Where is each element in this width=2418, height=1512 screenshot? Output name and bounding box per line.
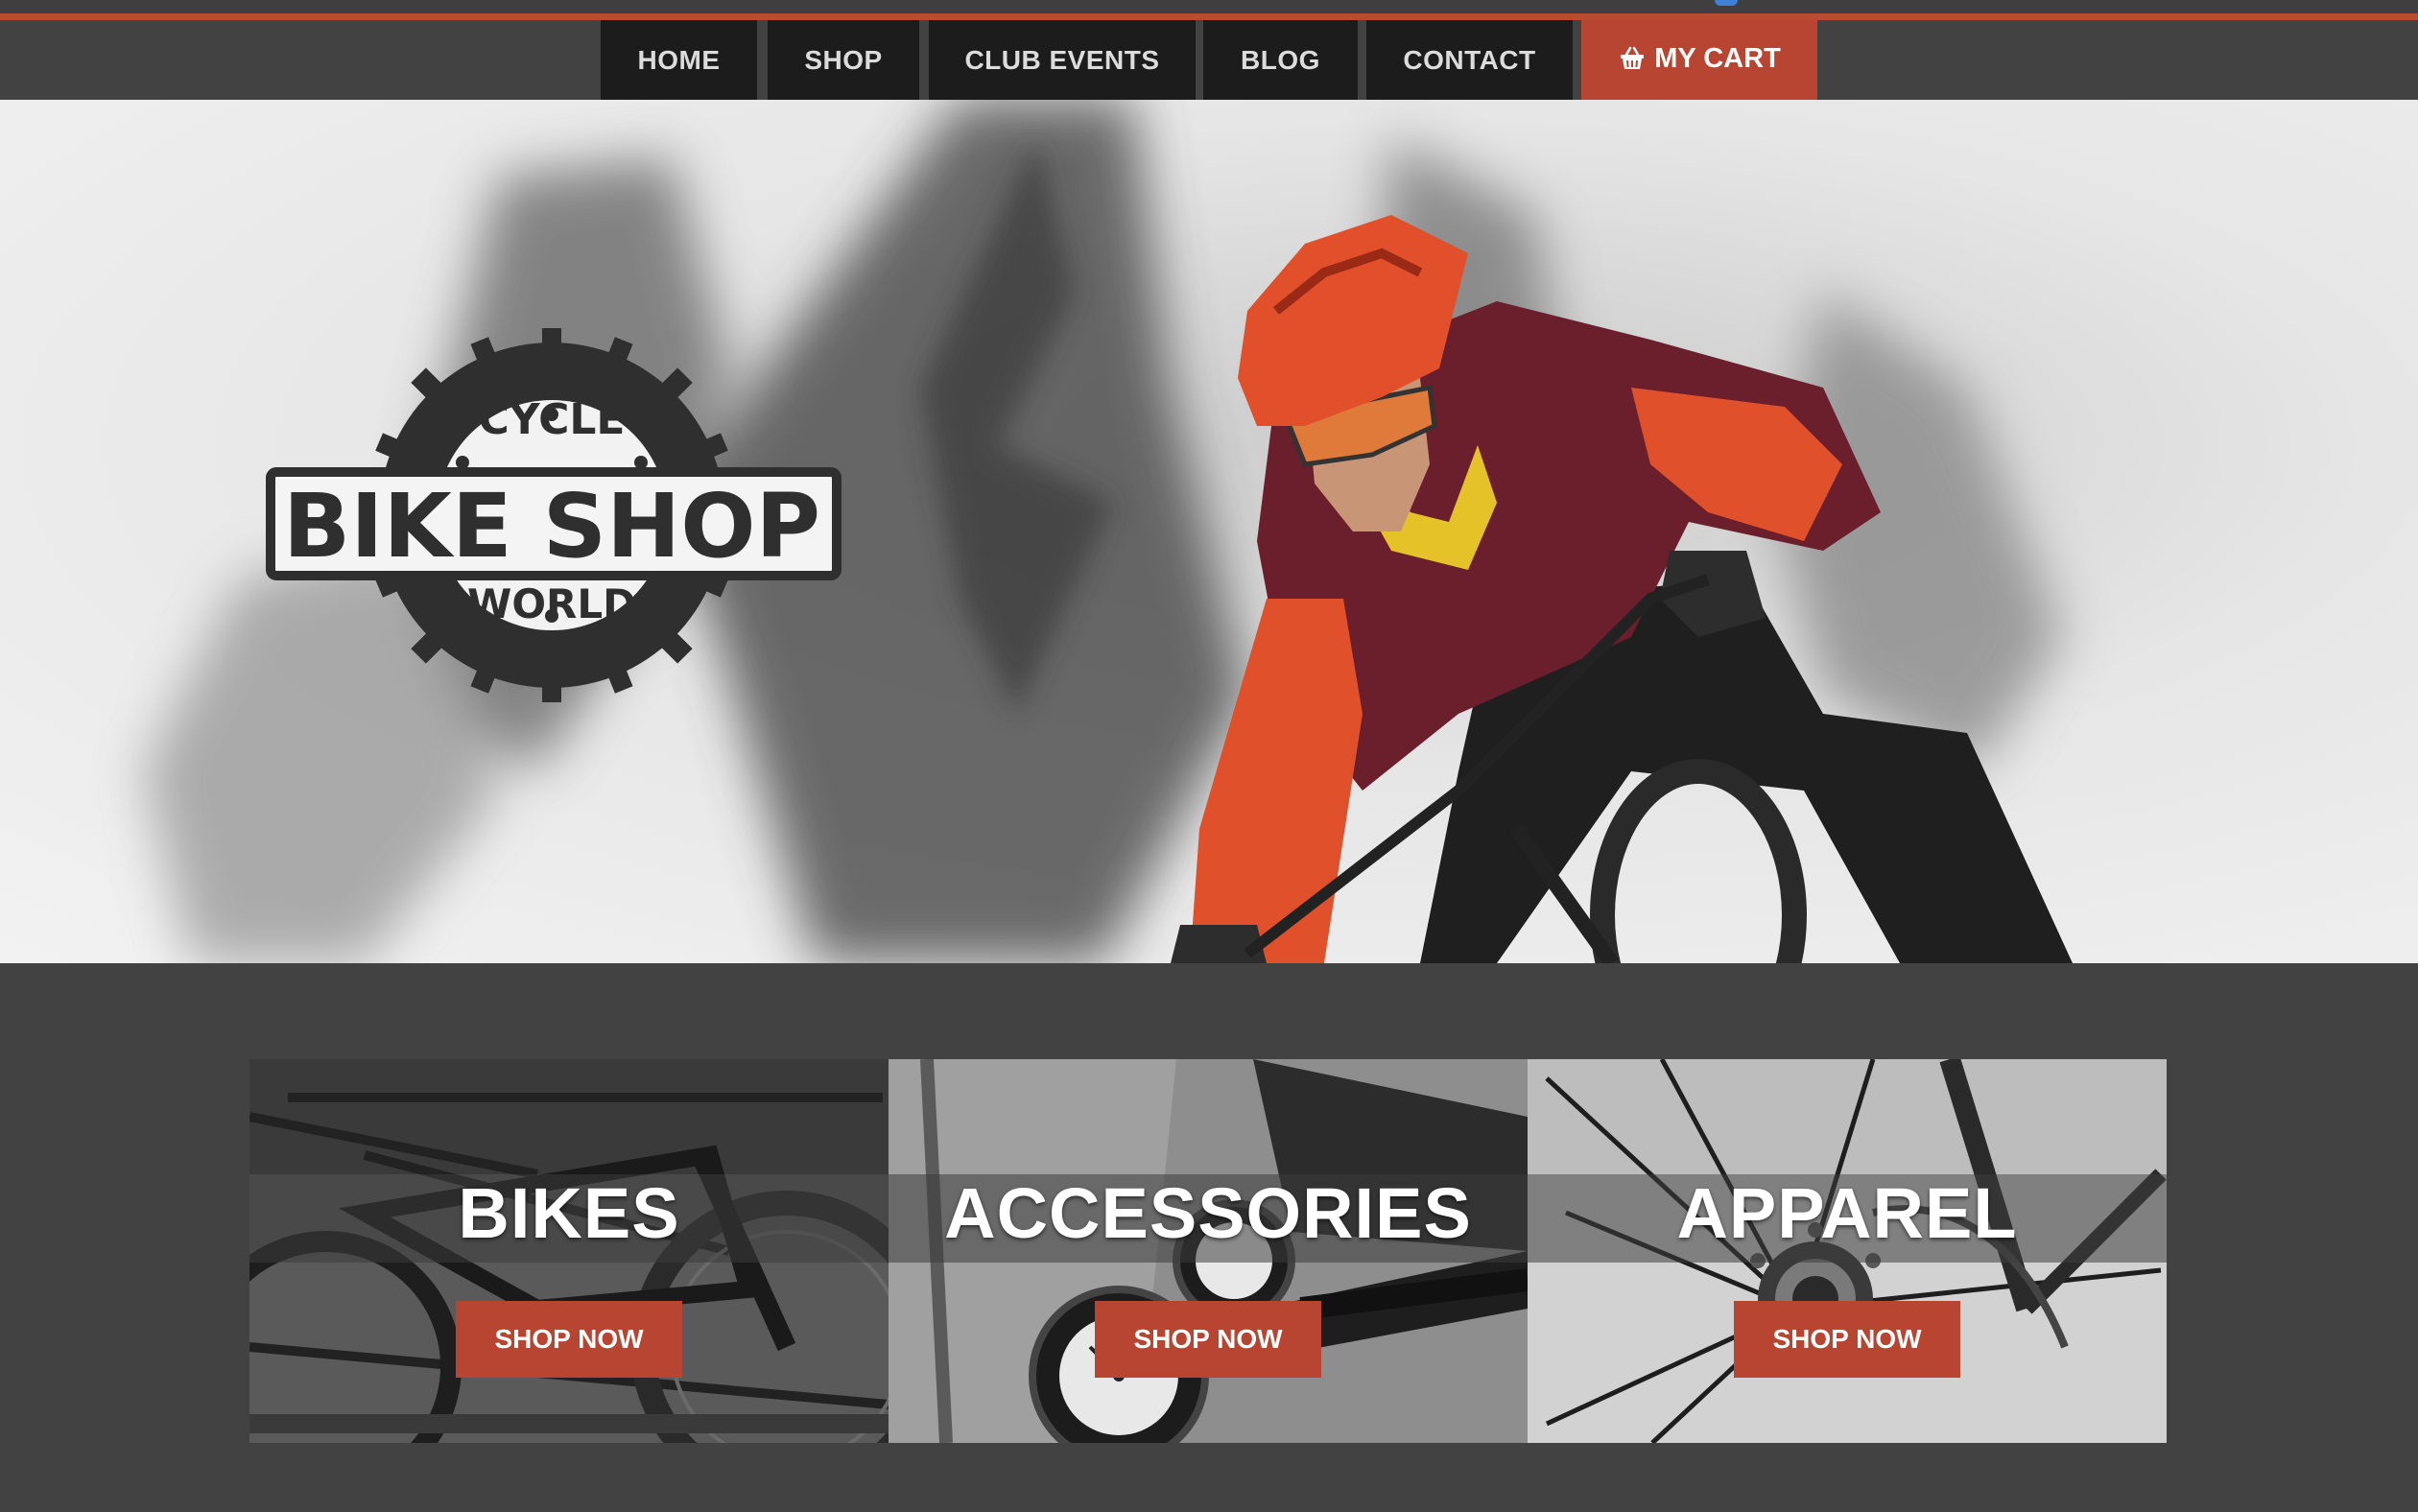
category-title-bikes: BIKES xyxy=(458,1173,680,1253)
nav-contact[interactable]: CONTACT xyxy=(1366,20,1573,100)
hero-banner: CYCLE BIKE SHOP WORLD xyxy=(0,100,2418,963)
basket-icon xyxy=(1621,46,1645,69)
my-cart-label: MY CART xyxy=(1654,42,1781,74)
nav-club-events[interactable]: CLUB EVENTS xyxy=(929,20,1196,100)
nav-blog[interactable]: BLOG xyxy=(1203,20,1358,100)
category-title-accessories: ACCESSORIES xyxy=(944,1173,1472,1253)
nav-home[interactable]: HOME xyxy=(601,20,757,100)
browser-indicator xyxy=(1715,0,1738,6)
bike-shop-logo: CYCLE BIKE SHOP WORLD xyxy=(266,328,842,702)
shop-now-apparel-button[interactable]: SHOP NOW xyxy=(1734,1301,1960,1378)
nav-shop[interactable]: SHOP xyxy=(768,20,919,100)
category-card-accessories[interactable]: ACCESSORIES SHOP NOW xyxy=(889,1059,1528,1443)
shop-now-bikes-button[interactable]: SHOP NOW xyxy=(456,1301,682,1378)
top-strip xyxy=(0,0,2418,20)
main-nav: HOME SHOP CLUB EVENTS BLOG CONTACT MY CA… xyxy=(0,20,2418,116)
category-card-bikes[interactable]: BIKES SHOP NOW xyxy=(249,1059,889,1443)
logo-bottom-text: WORLD xyxy=(467,580,636,627)
category-card-apparel[interactable]: APPAREL SHOP NOW xyxy=(1528,1059,2167,1443)
logo-top-text: CYCLE xyxy=(479,395,626,444)
logo-main-text: BIKE SHOP xyxy=(283,475,820,578)
category-title-apparel: APPAREL xyxy=(1676,1173,2018,1253)
shop-now-accessories-button[interactable]: SHOP NOW xyxy=(1095,1301,1321,1378)
category-grid: BIKES SHOP NOW ACCESSORIES SHOP NOW APPA… xyxy=(249,1059,2169,1443)
